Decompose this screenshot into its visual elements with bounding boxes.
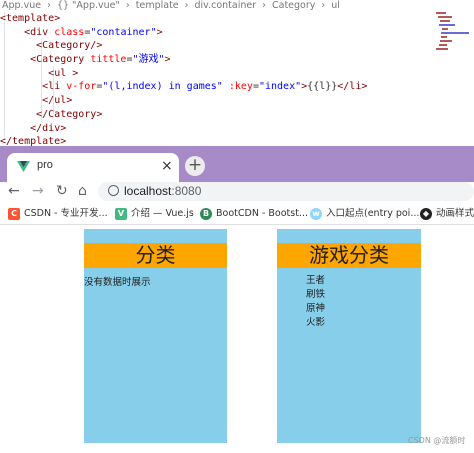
breadcrumb-separator: ›	[262, 0, 266, 11]
breadcrumb-item[interactable]: App.vue	[2, 0, 41, 11]
reload-icon[interactable]: ↻	[56, 181, 68, 201]
games-list: 王者 刷铁 原神 火影	[306, 274, 325, 330]
breadcrumb-item[interactable]: {} "App.vue"	[57, 0, 120, 11]
address-bar[interactable]: localhost:8080	[98, 182, 474, 201]
empty-data-message: 没有数据时展示	[84, 277, 151, 288]
home-icon[interactable]: ⌂	[78, 181, 87, 201]
breadcrumb-separator: ›	[125, 0, 130, 11]
forward-arrow-icon[interactable]: →	[32, 181, 44, 201]
category-title-right: 游戏分类	[277, 243, 421, 268]
list-item: 刷铁	[306, 289, 326, 300]
new-tab-button[interactable]: +	[185, 156, 205, 176]
vue-logo-icon	[17, 161, 30, 172]
bookmark-webpack[interactable]: w 入口起点(entry poi...	[310, 208, 419, 222]
code-line: <div class="container">	[24, 26, 163, 38]
browser-tab[interactable]: pro ×	[7, 153, 179, 182]
breadcrumb-item[interactable]: template	[136, 0, 179, 11]
breadcrumb-separator: ›	[321, 0, 326, 11]
code-line: </ul>	[42, 95, 73, 107]
breadcrumb-separator: ›	[47, 0, 51, 11]
webpack-icon: w	[310, 208, 322, 220]
tab-title: pro	[37, 159, 53, 171]
list-item: 王者	[306, 275, 326, 286]
bookmark-bootcdn[interactable]: B BootCDN - Bootst...	[200, 208, 308, 222]
code-editor: App.vue › {} "App.vue" › template › div.…	[0, 0, 474, 146]
breadcrumb-separator: ›	[184, 0, 189, 11]
address-url[interactable]: localhost:8080	[124, 184, 201, 198]
bookmark-vue[interactable]: V 介绍 — Vue.js	[115, 208, 194, 222]
code-line: <ul >	[48, 67, 79, 79]
code-line: </template>	[0, 136, 67, 146]
code-line: </Category>	[36, 108, 103, 120]
diamond-icon: ◆	[420, 208, 432, 220]
code-line: <Category tittle="游戏">	[30, 54, 171, 66]
code-line: <template>	[0, 13, 61, 24]
breadcrumb-item[interactable]: div.container	[195, 0, 257, 11]
list-item: 火影	[306, 317, 326, 328]
watermark: CSDN @流额时	[408, 436, 466, 445]
breadcrumb-item[interactable]: ul	[331, 0, 340, 11]
code-line: </div>	[30, 122, 67, 134]
code-line: <Category/>	[36, 40, 103, 52]
bootcdn-icon: B	[200, 208, 212, 220]
editor-minimap[interactable]	[434, 10, 472, 70]
back-arrow-icon[interactable]: ←	[8, 181, 20, 201]
bookmark-csdn[interactable]: C CSDN - 专业开发...	[8, 208, 108, 222]
vue-icon: V	[115, 208, 127, 220]
site-info-icon[interactable]	[108, 185, 119, 196]
close-icon[interactable]: ×	[161, 158, 173, 174]
code-line: <li v-for="(l,index) in games" :key="ind…	[42, 81, 368, 93]
bookmarks-bar: C CSDN - 专业开发... V 介绍 — Vue.js B BootCDN - …	[0, 203, 474, 225]
editor-breadcrumb: App.vue › {} "App.vue" › template › div.…	[2, 0, 343, 12]
code-lines[interactable]: <template> <div class="container"> <Cate…	[0, 12, 432, 146]
category-title-left: 分类	[84, 243, 227, 268]
list-item: 原神	[306, 303, 326, 314]
bookmark-animation[interactable]: ◆ 动画样式	[420, 208, 474, 222]
csdn-icon: C	[8, 208, 20, 220]
breadcrumb-item[interactable]: Category	[272, 0, 315, 11]
